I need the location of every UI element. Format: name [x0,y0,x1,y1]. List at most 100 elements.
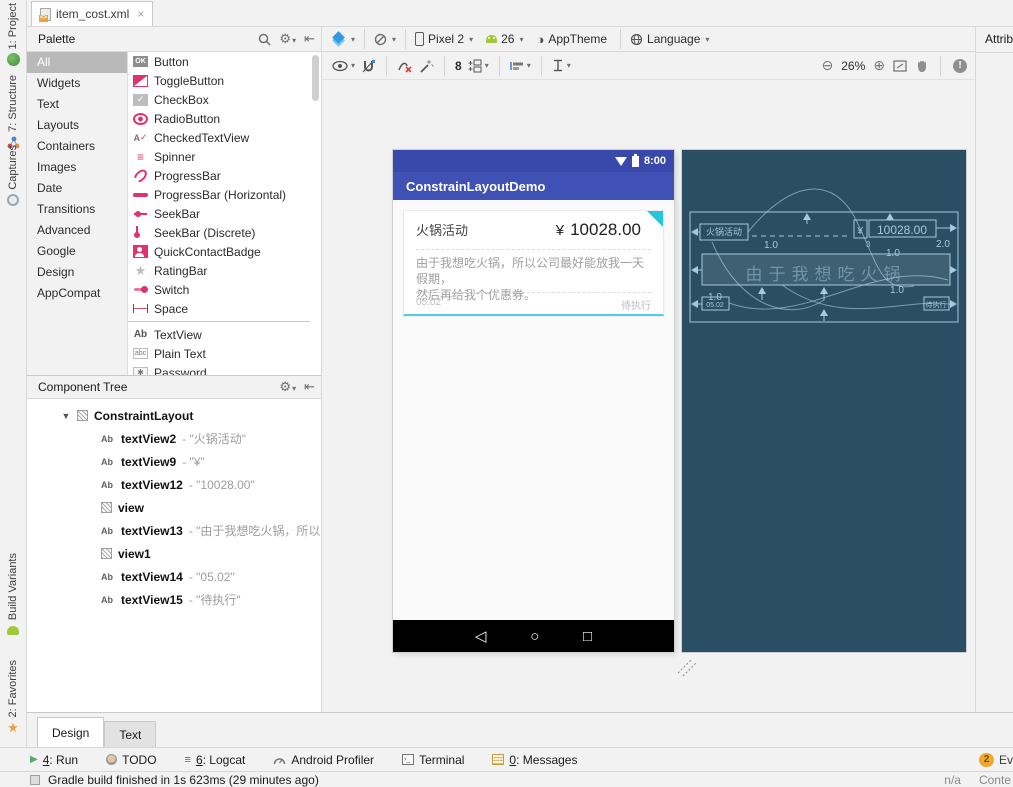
palette-category-layouts[interactable]: Layouts [27,115,127,136]
toolwindow--messages[interactable]: 0: Messages [492,753,577,767]
palette-item[interactable]: ★ RatingBar [128,261,310,280]
palette-item[interactable]: SeekBar (Discrete) [128,223,310,242]
chevron-down-icon: ▾ [292,36,297,45]
stripe-structure[interactable]: 7: Structure [0,75,26,149]
palette-item[interactable]: OK Button [128,52,310,71]
tree-row-textView2[interactable]: Ab textView2 - "火锅活动" [27,427,321,450]
device-selector[interactable]: Pixel 2 ▾ [415,32,473,46]
zoom-out-button[interactable]: ⊖ [822,57,834,74]
tree-row-textView14[interactable]: Ab textView14 - "05.02" [27,565,321,588]
palette-item[interactable]: abc Plain Text [128,344,310,363]
blueprint-view[interactable]: 火锅活动 ¥ 10028.00 由于我想吃火锅 05.02 待执行 1.0 1.… [682,150,966,652]
tree-row-view1[interactable]: view1 [27,542,321,565]
palette-item[interactable]: SeekBar [128,204,310,223]
theme-selector[interactable]: ◑ AppTheme [536,32,607,47]
issues-icon[interactable]: ! [953,58,967,73]
palette-item[interactable]: RadioButton [128,109,310,128]
autoconnect-toggle[interactable] [361,59,376,73]
tree-row-textView15[interactable]: Ab textView15 - "待执行" [27,588,321,611]
default-margin-value[interactable]: 8 [455,59,462,73]
tree-row-ConstraintLayout[interactable]: ▼ ConstraintLayout [27,404,321,427]
tab-design[interactable]: Design [37,717,105,747]
card-title[interactable]: 火锅活动 [416,220,468,239]
tree-row-textView9[interactable]: Ab textView9 - "¥" [27,450,321,473]
nav-home-icon[interactable]: ○ [530,628,539,645]
palette-category-google[interactable]: Google [27,241,127,262]
toolwindow-label: 4: Run [42,752,79,767]
palette-category-date[interactable]: Date [27,178,127,199]
zoom-in-button[interactable]: ⊕ [873,57,885,74]
toolwindow--run[interactable]: ▶ 4: Run [30,753,78,767]
expander-icon[interactable]: ▼ [61,411,71,421]
item-card[interactable]: 火锅活动 ¥ 10028.00 由于我想吃火锅，所以公司最好能放我一天假期， 然… [403,210,664,316]
tab-text[interactable]: Text [104,721,157,747]
design-surface-selector[interactable]: ▾ [332,31,355,47]
guideline-selector[interactable]: ▾ [552,59,571,72]
event-log-button[interactable]: 2 Ev [978,752,1013,767]
nav-back-icon[interactable]: ◁ [475,627,487,645]
palette-category-appcompat[interactable]: AppCompat [27,283,127,304]
palette-item[interactable]: ProgressBar (Horizontal) [128,185,310,204]
palette-item[interactable]: ✱ Password [128,363,310,375]
hide-panel-icon[interactable]: ⇤ [304,379,315,395]
tree-row-view[interactable]: view [27,496,321,519]
toolwindow--logcat[interactable]: ≡ 6: Logcat [185,753,246,767]
palette-item[interactable]: ✓ CheckBox [128,90,310,109]
palette-category-transitions[interactable]: Transitions [27,199,127,220]
card-price[interactable]: ¥ 10028.00 [556,220,641,240]
editor-tab-item-cost[interactable]: item_cost.xml × [31,1,154,26]
stripe-build-variants[interactable]: Build Variants [0,553,26,636]
nav-recents-icon[interactable]: □ [583,628,592,645]
palette-item[interactable]: Switch [128,280,310,299]
tree-settings[interactable]: ⚙▾ [279,379,296,395]
tree-row-textView12[interactable]: Ab textView12 - "10028.00" [27,473,321,496]
tree-row-textView13[interactable]: Ab textView13 - "由于我想吃火锅，所以公司 [27,519,321,542]
stripe-project[interactable]: 1: Project [0,3,26,67]
pack-selector[interactable]: ▾ [468,59,489,73]
stripe-favorites[interactable]: 2: Favorites ★ [0,660,26,734]
palette-settings[interactable]: ⚙▾ [279,31,296,47]
view-options[interactable]: ▾ [332,60,355,72]
search-icon[interactable] [258,33,271,46]
infer-constraints[interactable] [419,59,434,73]
orientation-selector[interactable]: ▾ [374,33,396,46]
palette-item[interactable]: QuickContactBadge [128,242,310,261]
stripe-captures[interactable]: Captures [0,145,26,206]
close-tab-icon[interactable]: × [137,7,144,21]
pan-hand-icon[interactable] [915,59,928,73]
card-status[interactable]: 待执行 [621,297,651,312]
palette-category-containers[interactable]: Containers [27,136,127,157]
palette-category-design[interactable]: Design [27,262,127,283]
palette-item[interactable]: ToggleButton [128,71,310,90]
card-description[interactable]: 由于我想吃火锅，所以公司最好能放我一天假期， 然后再给我个优惠券。 [416,255,651,303]
palette-category-advanced[interactable]: Advanced [27,220,127,241]
palette-category-text[interactable]: Text [27,94,127,115]
attributes-panel[interactable]: Attributes [975,27,1013,712]
language-selector[interactable]: Language ▾ [630,32,709,46]
scrollbar-thumb[interactable] [312,55,319,101]
palette-category-all[interactable]: All [27,52,127,73]
clear-constraints[interactable] [397,59,413,73]
palette-scrollbar[interactable] [310,52,322,375]
palette-item[interactable]: Ab TextView [128,325,310,344]
phone-design-preview[interactable]: 8:00 ConstrainLayoutDemo 火锅活动 ¥ 10028.00… [393,150,674,652]
api-selector[interactable]: 26 ▾ [486,32,523,46]
toolwindow-terminal[interactable]: ›_ Terminal [402,753,464,767]
design-canvas[interactable]: 8:00 ConstrainLayoutDemo 火锅活动 ¥ 10028.00… [322,80,975,712]
zoom-to-fit-icon[interactable] [893,59,907,72]
toolwindow-android-profiler[interactable]: Android Profiler [273,753,374,767]
palette-item[interactable]: A ✓ CheckedTextView [128,128,310,147]
hide-panel-icon[interactable]: ⇤ [304,31,315,47]
palette-item[interactable]: Space [128,299,310,318]
align-selector[interactable]: ▾ [509,60,531,72]
palette-item[interactable]: ≡ Spinner [128,147,310,166]
toolwindow-todo[interactable]: TODO [106,753,157,767]
canvas-resize-handle[interactable] [676,655,698,677]
palette-category-widgets[interactable]: Widgets [27,73,127,94]
palette-item[interactable]: ProgressBar [128,166,310,185]
status-bar: Gradle build finished in 1s 623ms (29 mi… [0,771,1013,787]
textview-icon: Ab [101,433,113,444]
palette-category-images[interactable]: Images [27,157,127,178]
xml-file-icon [39,7,51,22]
card-date[interactable]: 05.02 [416,297,441,312]
